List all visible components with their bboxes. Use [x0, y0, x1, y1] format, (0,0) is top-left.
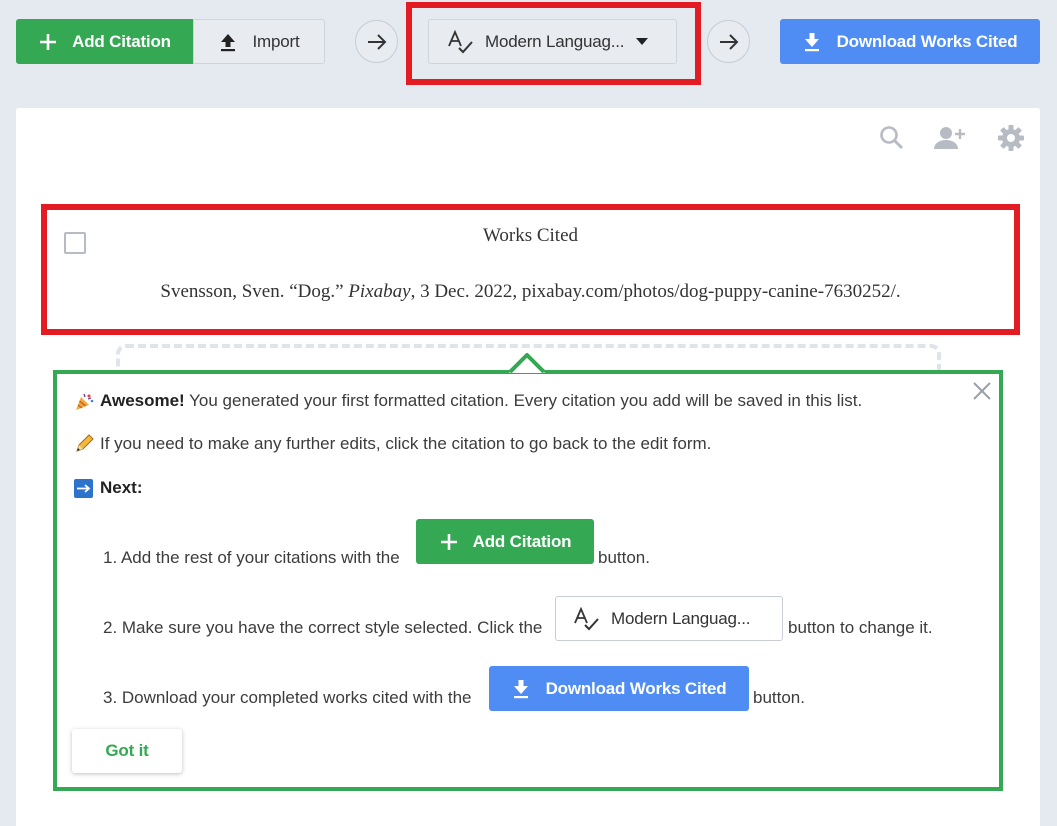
step3-text: 3. Download your completed works cited w… — [103, 688, 472, 707]
download-icon — [513, 679, 528, 698]
citation-style-dropdown[interactable]: Modern Languag... — [428, 19, 677, 64]
step-arrow-button-1[interactable] — [355, 20, 398, 63]
awesome-message: Awesome! You generated your first format… — [100, 391, 862, 411]
arrow-box-icon — [74, 479, 93, 498]
awesome-bold: Awesome! — [100, 391, 185, 410]
add-citation-button[interactable]: Add Citation — [16, 19, 193, 64]
step1-after: button. — [598, 548, 650, 567]
import-label: Import — [252, 31, 300, 51]
edit-hint: If you need to make any further edits, c… — [100, 434, 712, 453]
tooltip-add-citation-button[interactable]: Add Citation — [416, 519, 594, 564]
tooltip-style-button[interactable]: Modern Languag... — [555, 596, 783, 641]
citation-entry[interactable]: Svensson, Sven. “Dog.” Pixabay, 3 Dec. 2… — [47, 281, 1014, 303]
arrow-right-icon — [719, 33, 738, 50]
citation-style-label: Modern Languag... — [485, 31, 625, 51]
search-icon[interactable] — [879, 125, 905, 151]
step3-after: button. — [753, 688, 805, 707]
spellcheck-icon — [448, 29, 473, 53]
plus-icon — [440, 533, 457, 550]
upload-icon — [220, 33, 235, 51]
works-cited-heading: Works Cited — [482, 225, 579, 246]
tooltip-pointer — [509, 353, 545, 373]
tooltip-download-label: Download Works Cited — [545, 678, 727, 698]
party-icon — [76, 393, 94, 410]
got-it-label: Got it — [105, 741, 149, 760]
citation-author: Svensson, Sven. “Dog.” — [160, 281, 349, 302]
download-icon — [804, 32, 819, 51]
pencil-icon — [76, 434, 94, 452]
arrow-right-icon — [367, 33, 386, 50]
step2-text: 2. Make sure you have the correct style … — [103, 618, 543, 637]
caret-down-icon — [636, 37, 649, 45]
download-works-cited-label: Download Works Cited — [836, 31, 1018, 51]
next-label: Next: — [100, 478, 143, 498]
tooltip-style-label: Modern Languag... — [611, 608, 751, 628]
step-arrow-button-2[interactable] — [707, 20, 750, 63]
got-it-button[interactable]: Got it — [72, 729, 182, 773]
step1-text: 1. Add the rest of your citations with t… — [103, 548, 400, 567]
citation-source: Pixabay — [348, 281, 411, 302]
tooltip-add-citation-label: Add Citation — [472, 531, 572, 551]
citation-details: , 3 Dec. 2022, pixabay.com/photos/dog-pu… — [410, 281, 901, 302]
step2-after: button to change it. — [788, 618, 933, 637]
download-works-cited-button[interactable]: Download Works Cited — [780, 19, 1040, 64]
plus-icon — [40, 33, 57, 50]
gear-icon[interactable] — [997, 124, 1025, 152]
awesome-text: You generated your first formatted citat… — [184, 391, 863, 410]
spellcheck-icon — [574, 606, 599, 630]
close-icon[interactable] — [973, 382, 991, 400]
add-citation-label: Add Citation — [72, 31, 171, 51]
import-button[interactable]: Import — [193, 19, 325, 64]
add-person-icon[interactable] — [933, 125, 967, 151]
next-bold: Next: — [100, 478, 143, 497]
tooltip-download-button[interactable]: Download Works Cited — [489, 666, 749, 711]
highlight-citation-box — [41, 204, 1020, 335]
